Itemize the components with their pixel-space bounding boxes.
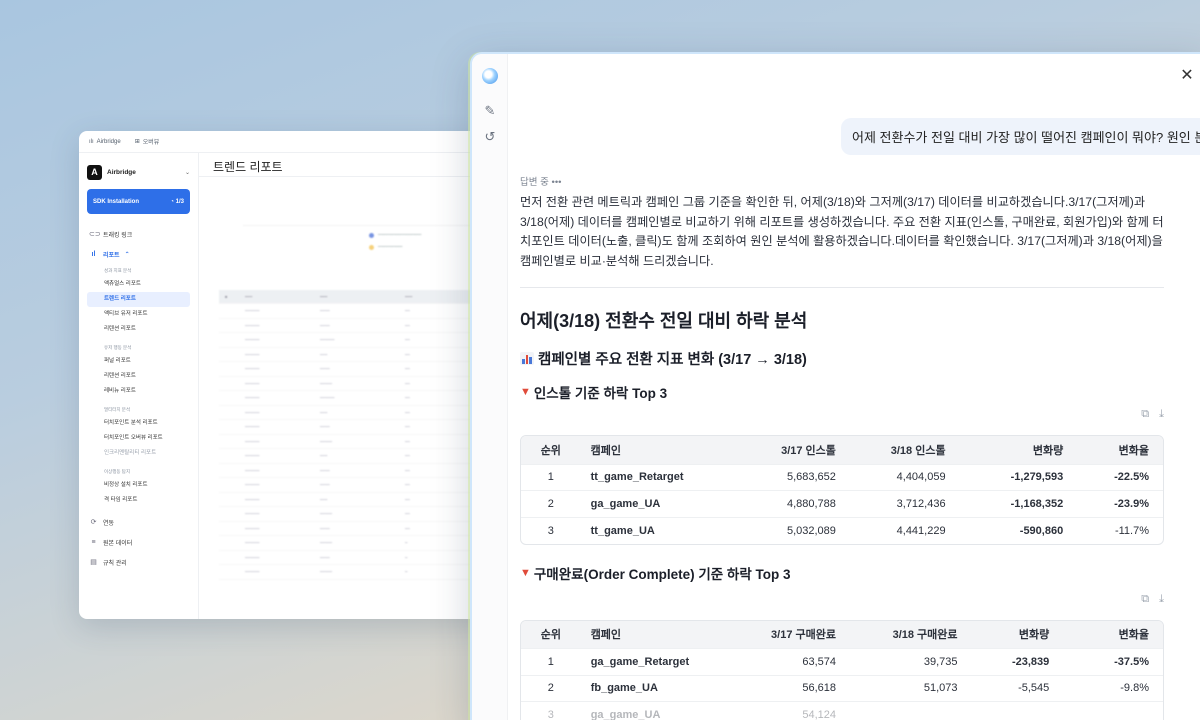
- nav-item-revenue[interactable]: 레비뉴 리포트: [87, 384, 190, 399]
- header-0317: 3/17 구매완료: [771, 629, 836, 642]
- table-row: 3 tt_game_UA 5,032,089 4,441,229 -590,86…: [521, 517, 1163, 544]
- nav-item-touchpoint-overview[interactable]: 터치포인트 오버뷰 리포트: [87, 431, 190, 446]
- bar-chart-icon: [520, 351, 534, 365]
- nav-item-active-users[interactable]: 액티브 유저 리포트: [87, 307, 190, 322]
- nav-group-label: 성과 지표 분석: [104, 268, 132, 273]
- nav-item-retention-report[interactable]: 리텐션 리포트: [87, 322, 190, 337]
- header-0318: 3/18 구매완료: [892, 629, 958, 642]
- response-intro-text: 먼저 전환 관련 메트릭과 캠페인 그룹 기준을 확인한 뒤, 어제(3/18)…: [520, 195, 1164, 268]
- grid-icon: ⊞: [134, 139, 140, 145]
- table-header-row: 순위 캠페인 3/17 구매완료 3/18 구매완료 변화량 변화율: [521, 620, 1163, 649]
- header-rate: 변화율: [1118, 629, 1149, 642]
- table-row: 1 ga_game_Retarget 63,574 39,735 -23,839…: [521, 648, 1163, 676]
- copy-icon[interactable]: ⧉: [1141, 408, 1149, 424]
- down-triangle-icon: ▼: [520, 566, 531, 579]
- header-0317: 3/17 인스톨: [781, 444, 836, 457]
- close-icon: ✕: [1180, 67, 1194, 84]
- nav-rules[interactable]: ▤ 규칙 관리: [87, 552, 190, 572]
- background-app-window: ılı Airbridge ⊞ 오버뷰 A Airbridge ⌄ SDK Inst…: [79, 131, 499, 619]
- header-change: 변화량: [1018, 629, 1050, 642]
- table-header-row: 순위 캠페인 3/17 인스톨 3/18 인스톨 변화량 변화율: [521, 436, 1163, 464]
- bar-chart-icon: ıl: [91, 250, 96, 258]
- chart-axis: [243, 225, 483, 226]
- history-icon: ↺: [484, 129, 496, 144]
- order-table: 순위 캠페인 3/17 구매완료 3/18 구매완료 변화량 변화율 1 ga_…: [520, 619, 1164, 720]
- order-subtitle: ▼ 구매완료(Order Complete) 기준 하락 Top 3: [520, 566, 791, 582]
- chevron-down-icon: ⌄: [184, 169, 190, 176]
- org-icon: ılı: [89, 138, 94, 145]
- sdk-label: SDK Installation: [93, 198, 140, 205]
- blurred-report-content: ━━━━━━━━━━━━━━━━ ━━━━━━━━━ ■ ━━━ ━━━ ━━━ ━━…: [219, 185, 499, 615]
- page-title: 트렌드 리포트: [199, 153, 499, 177]
- nav-group-label: 멀티터치 분석: [104, 407, 131, 412]
- report-title: 어제(3/18) 전환수 전일 대비 하락 분석: [520, 311, 808, 331]
- divider: [520, 287, 1164, 288]
- nav-item-ctit[interactable]: 격 타임 리포트: [87, 493, 190, 508]
- table-row: 2 fb_game_UA 56,618 51,073 -5,545 -9.8%: [521, 675, 1163, 702]
- section-title: 캠페인별 주요 전환 지표 변화 (3/17 → 3/18): [520, 347, 1164, 369]
- header-rank: 순위: [540, 444, 561, 457]
- header-campaign: 캠페인: [590, 629, 622, 642]
- table-row: 1 tt_game_Retarget 5,683,652 4,404,059 -…: [521, 464, 1163, 491]
- nav-tracking-link[interactable]: ⊂⊃ 트래킹 링크: [87, 224, 190, 244]
- app-topbar: ılı Airbridge ⊞ 오버뷰: [79, 131, 499, 153]
- workspace-name: Airbridge: [107, 168, 136, 176]
- view-switcher[interactable]: ⊞ 오버뷰: [135, 137, 160, 146]
- workspace-switcher[interactable]: A Airbridge ⌄: [87, 163, 190, 181]
- install-subtitle: ▼ 인스톨 기준 하락 Top 3: [520, 386, 668, 401]
- database-icon: ≡: [91, 538, 96, 546]
- nav-raw-data[interactable]: ≡ 원본 데이터: [87, 532, 190, 552]
- nav-group-label: 유저 행동 분석: [104, 345, 132, 350]
- nav-integrations[interactable]: ⟳ 연동: [87, 512, 190, 532]
- nav-item-trend[interactable]: 트렌드 리포트: [87, 292, 190, 307]
- nav-item-actuals[interactable]: 액츄얼스 리포트: [87, 277, 190, 292]
- assistant-logo-icon: [482, 68, 498, 84]
- table-tools: ⧉ ⤓: [520, 408, 1164, 424]
- table-row: 2 ga_game_UA 4,880,788 3,712,436 -1,168,…: [521, 490, 1163, 518]
- nav-reports[interactable]: ıl 리포트 ⌃: [87, 244, 190, 264]
- org-switcher[interactable]: ılı Airbridge: [89, 139, 121, 145]
- nav-item-funnel[interactable]: 퍼널 리포트: [87, 354, 190, 369]
- airbridge-logo: A: [87, 164, 102, 180]
- nav-group-label: 이상행동 탐지: [104, 469, 131, 474]
- install-table: 순위 캠페인 3/17 인스톨 3/18 인스톨 변화량 변화율 1 tt_ga…: [520, 435, 1164, 545]
- chevron-up-icon: ⌃: [124, 251, 130, 258]
- chat-side-rail: ✎ ↺: [472, 54, 508, 720]
- link-icon: ⊂⊃: [89, 231, 101, 238]
- rules-icon: ▤: [90, 559, 97, 566]
- nav-item-retention[interactable]: 리텐션 리포트: [87, 369, 190, 384]
- download-icon[interactable]: ⤓: [1159, 408, 1164, 424]
- app-sidebar: A Airbridge ⌄ SDK Installation ◔ 1/3 ⊂⊃ 트…: [79, 153, 199, 619]
- sdk-progress: ◔ 1/3: [170, 198, 184, 205]
- close-button[interactable]: ✕: [1178, 66, 1196, 84]
- header-rank: 순위: [540, 629, 561, 642]
- integration-icon: ⟳: [90, 519, 97, 526]
- nav-item-incrementality[interactable]: 인크리멘탈리티 리포트: [87, 446, 190, 461]
- header-0318: 3/18 인스톨: [890, 444, 946, 457]
- user-message-bubble: 어제 전환수가 전일 대비 가장 많이 떨어진 캠페인이 뭐야? 원인 분석해줘…: [841, 118, 1200, 155]
- down-triangle-icon: ▼: [520, 386, 531, 398]
- response-status: 답변 중 •••: [520, 177, 562, 188]
- nav-item-touchpoint-analysis[interactable]: 터치포인트 분석 리포트: [87, 416, 190, 431]
- edit-icon: ✎: [484, 103, 496, 118]
- header-change: 변화량: [1032, 444, 1064, 457]
- blurred-table: ■ ━━━ ━━━ ━━━ ━━━━━━ ━━━━ ━━ ━━━━━━ ━━━━ ━━ ━━━…: [219, 290, 499, 580]
- app-main: 트렌드 리포트 ━━━━━━━━━━━━━━━━ ━━━━━━━━━ ■ ━━━ ━…: [199, 153, 499, 619]
- nav-item-abnormal-install[interactable]: 비정상 설치 리포트: [87, 478, 190, 493]
- header-campaign: 캠페인: [590, 444, 622, 457]
- progress-ring-icon: ◔: [170, 198, 174, 205]
- ai-chat-panel: ✎ ↺ ✕ 어제 전환수가 전일 대비 가장 많이 떨어진 캠페인이 뭐야? 원…: [470, 52, 1200, 720]
- sdk-installation-card[interactable]: SDK Installation ◔ 1/3: [87, 189, 190, 214]
- download-icon[interactable]: ⤓: [1159, 593, 1164, 609]
- header-rate: 변화율: [1118, 444, 1149, 457]
- assistant-response: 답변 중 ••• 먼저 전환 관련 메트릭과 캠페인 그룹 기준을 확인한 뒤,…: [520, 174, 1164, 720]
- history-button[interactable]: ↺: [481, 128, 499, 146]
- table-tools: ⧉ ⤓: [520, 593, 1164, 609]
- new-chat-button[interactable]: ✎: [481, 102, 499, 120]
- table-row: 3 ga_game_UA 54,124: [521, 701, 1163, 720]
- copy-icon[interactable]: ⧉: [1141, 593, 1149, 609]
